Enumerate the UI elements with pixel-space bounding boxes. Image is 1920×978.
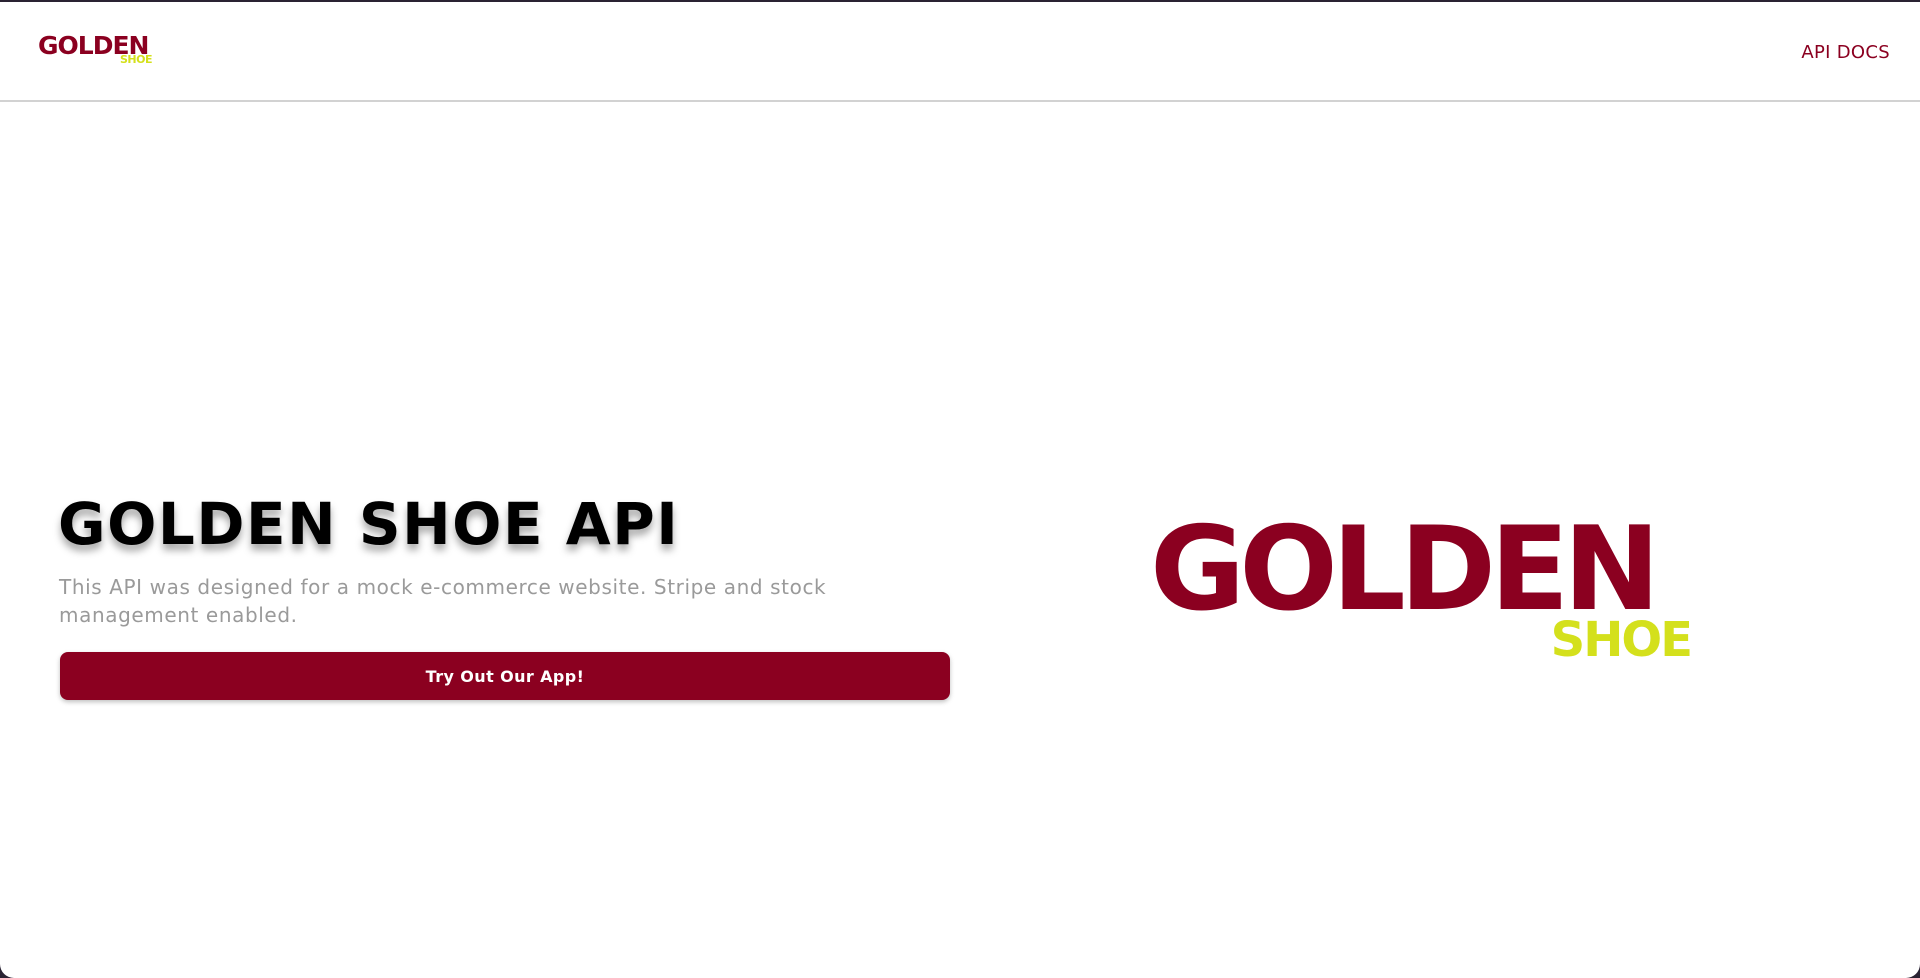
hero-logo-sub-text: SHOE — [1550, 612, 1693, 668]
hero-logo-main-text: GOLDEN — [1150, 502, 1660, 637]
try-app-button[interactable]: Try Out Our App! — [60, 652, 950, 700]
page: GOLDEN SHOE API DOCS GOLDEN SHOE API Thi… — [0, 2, 1920, 978]
api-docs-link[interactable]: API DOCS — [1801, 42, 1890, 64]
navbar: GOLDEN SHOE API DOCS — [0, 2, 1920, 102]
hero-logo: GOLDEN SHOE — [1150, 512, 1695, 672]
nav-logo[interactable]: GOLDEN SHOE — [38, 32, 156, 68]
hero-title: GOLDEN SHOE API — [58, 490, 680, 558]
nav-logo-sub-text: SHOE — [120, 53, 153, 66]
hero-description: This API was designed for a mock e-comme… — [59, 575, 827, 627]
